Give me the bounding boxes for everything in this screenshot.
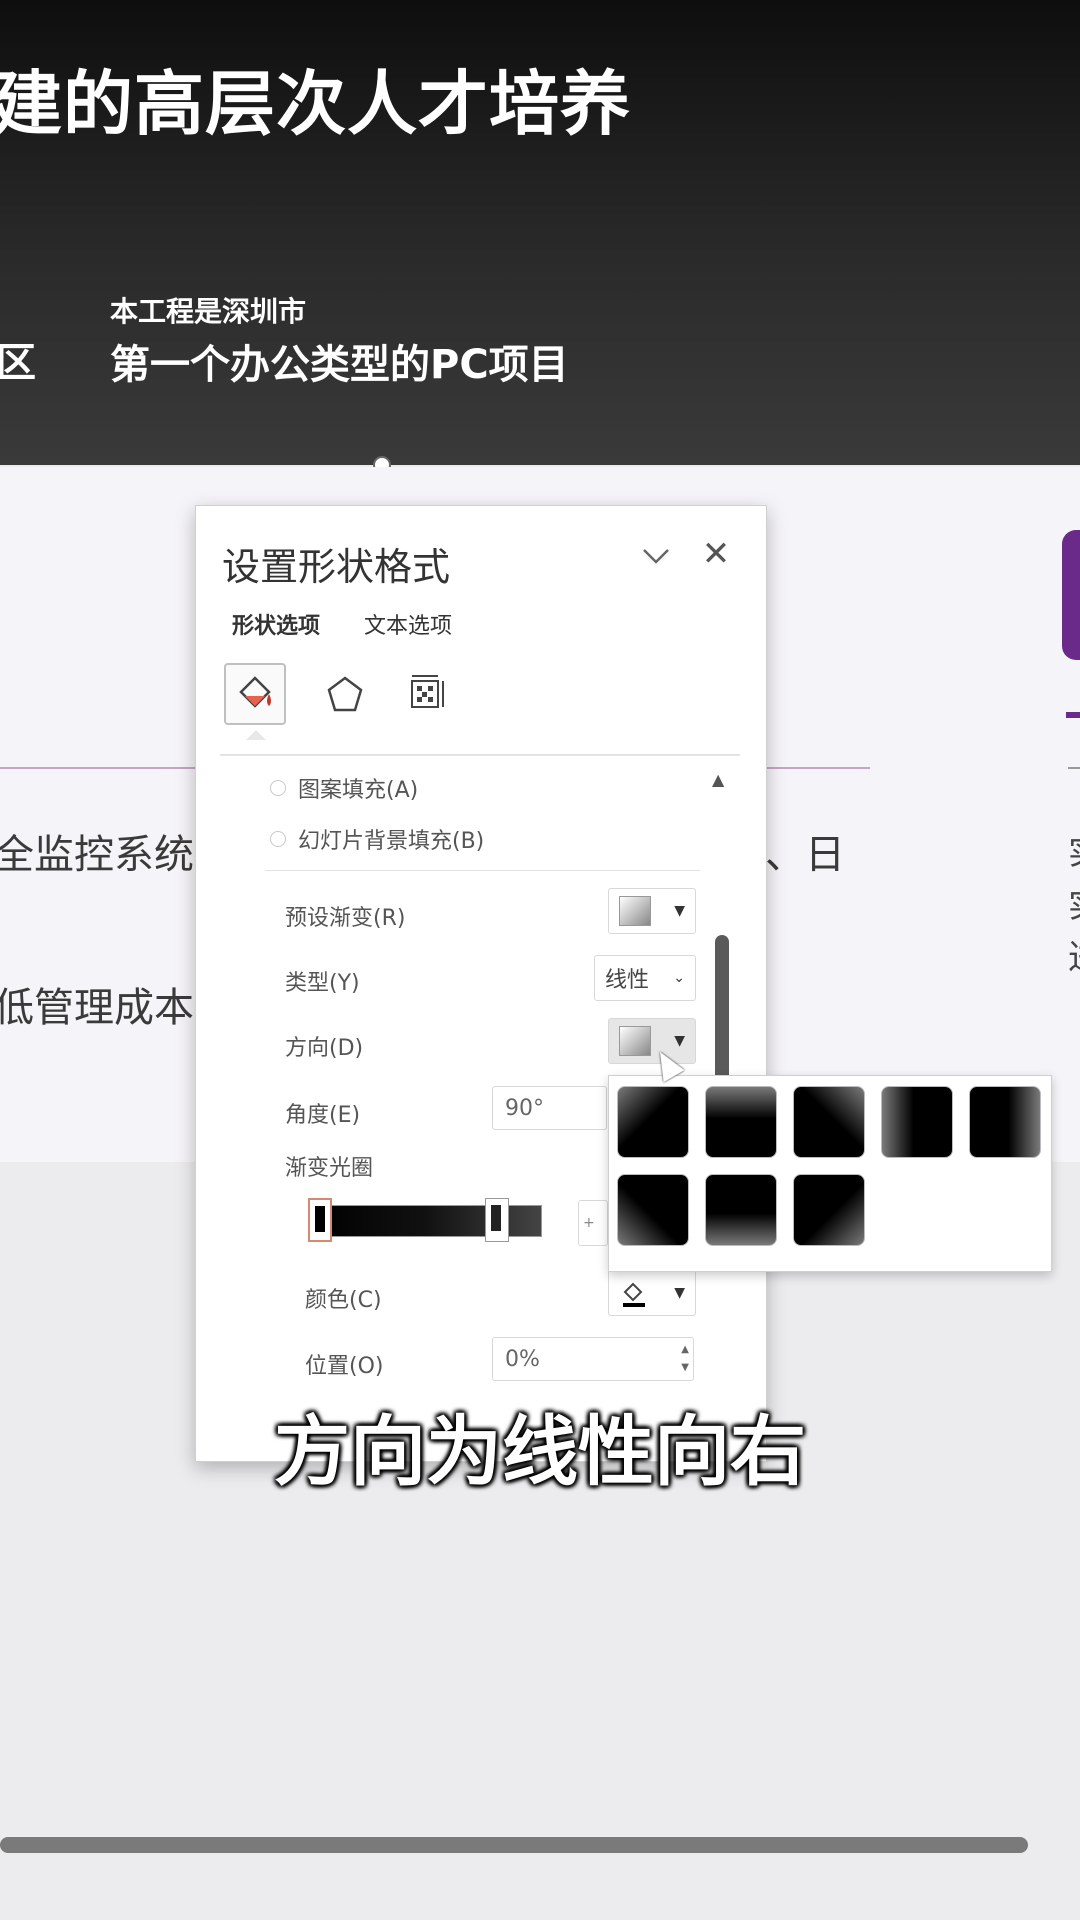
direction-option-2[interactable] — [705, 1086, 777, 1158]
position-value: 0% — [505, 1346, 540, 1372]
gradient-stop-selected[interactable] — [308, 1198, 332, 1242]
slide-body-text-1-right: 、日 — [765, 832, 845, 878]
direction-label: 方向(D) — [285, 1036, 364, 1061]
chevron-down-icon: ▼ — [674, 903, 685, 919]
pane-scrollbar-thumb[interactable] — [715, 935, 729, 1085]
effects-pentagon-icon[interactable] — [314, 663, 376, 725]
radio-slide-background-fill[interactable]: 幻灯片背景填充(B) — [270, 823, 484, 855]
slide-district-text: 区 — [0, 340, 36, 386]
slide-body-text-1: 全监控系统 — [0, 832, 194, 878]
direction-option-8[interactable] — [793, 1174, 865, 1246]
direction-option-5[interactable] — [969, 1086, 1041, 1158]
close-icon[interactable]: ✕ — [696, 534, 736, 574]
slide-subtitle-big: 第一个办公类型的PC项目 — [110, 342, 569, 388]
type-value: 线性 — [605, 968, 650, 993]
spinner-arrows-icon[interactable]: ▲ ▼ — [681, 1341, 689, 1377]
radio-pattern-fill[interactable]: 图案填充(A) — [270, 772, 418, 804]
slide-body-text-2: 低管理成本 — [0, 985, 194, 1031]
slide-right-text-2: 实 — [1068, 878, 1080, 927]
chevron-down-icon: ⌄ — [673, 970, 685, 986]
size-properties-icon[interactable] — [394, 663, 456, 725]
slide-header-band: 建的高层次人才培养 区 本工程是深圳市 第一个办公类型的PC项目 — [0, 0, 1080, 465]
gradient-swatch-icon — [619, 896, 651, 926]
direction-option-6[interactable] — [617, 1174, 689, 1246]
radio-label: 幻灯片背景填充(B) — [298, 829, 485, 854]
slide-accent-mark — [1066, 712, 1080, 718]
active-tab-pointer — [246, 730, 266, 740]
pane-divider — [220, 754, 740, 756]
radio-label: 图案填充(A) — [298, 778, 419, 803]
slide-subtitle-small: 本工程是深圳市 — [110, 295, 307, 328]
slide-accent-shape — [1062, 530, 1080, 660]
slide-divider-line-right — [1068, 767, 1080, 769]
section-divider — [265, 870, 700, 871]
scroll-up-arrow-icon[interactable]: ▲ — [712, 770, 724, 789]
slide-right-text-3: 进 — [1068, 930, 1080, 979]
direction-option-3[interactable] — [793, 1086, 865, 1158]
angle-label: 角度(E) — [285, 1103, 361, 1128]
radio-circle[interactable] — [270, 831, 286, 847]
fill-line-icon[interactable] — [224, 663, 286, 725]
pane-options-chevron-icon[interactable] — [636, 536, 676, 576]
gradient-swatch-icon — [619, 1026, 651, 1056]
slide-title: 建的高层次人才培养 — [0, 63, 631, 145]
paint-bucket-icon — [623, 1282, 645, 1307]
gradient-stop[interactable] — [485, 1198, 509, 1242]
chevron-down-icon: ▼ — [674, 1033, 685, 1049]
radio-circle[interactable] — [270, 780, 286, 796]
gradient-stops-label: 渐变光圈 — [285, 1156, 374, 1181]
type-dropdown[interactable]: 线性 ⌄ — [594, 955, 696, 1001]
video-subtitle: 方向为线性向右 — [274, 1407, 806, 1496]
chevron-down-icon: ▼ — [674, 1285, 685, 1301]
type-label: 类型(Y) — [285, 971, 360, 996]
pane-title: 设置形状格式 — [222, 545, 451, 589]
preset-gradient-label: 预设渐变(R) — [285, 906, 406, 931]
direction-option-1[interactable] — [617, 1086, 689, 1158]
preset-gradient-dropdown[interactable]: ▼ — [608, 888, 696, 934]
position-label: 位置(O) — [305, 1354, 384, 1379]
add-gradient-stop-button[interactable]: + — [578, 1200, 608, 1246]
angle-input[interactable]: 90° — [492, 1086, 607, 1130]
slide-right-text-1: 实 — [1068, 825, 1080, 874]
position-input[interactable]: 0% ▲ ▼ — [492, 1337, 694, 1381]
tab-shape-options[interactable]: 形状选项 — [232, 608, 320, 640]
direction-option-7[interactable] — [705, 1174, 777, 1246]
direction-option-4[interactable] — [881, 1086, 953, 1158]
color-label: 颜色(C) — [305, 1288, 382, 1313]
color-picker-dropdown[interactable]: ▼ — [608, 1270, 696, 1316]
horizontal-scrollbar[interactable] — [0, 1837, 1028, 1853]
tab-text-options[interactable]: 文本选项 — [364, 608, 452, 640]
direction-gallery — [608, 1075, 1052, 1272]
